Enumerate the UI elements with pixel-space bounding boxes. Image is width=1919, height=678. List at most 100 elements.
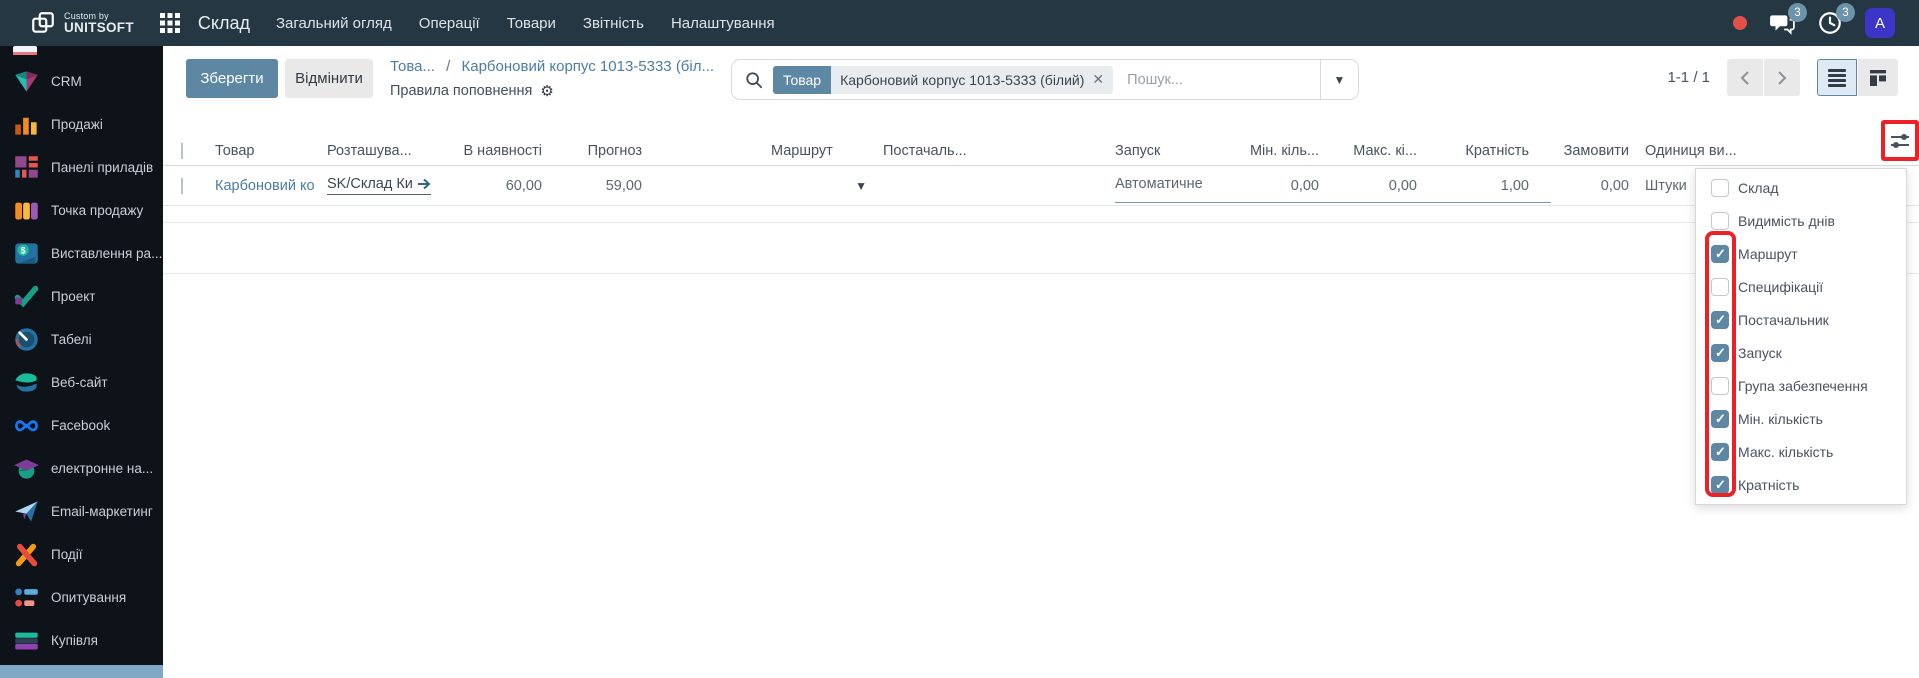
kanban-view-button[interactable]: [1858, 59, 1898, 96]
invoicing-app-icon: $: [15, 243, 38, 264]
sidebar-item-pos[interactable]: Точка продажу: [0, 189, 163, 232]
min-qty-checkbox[interactable]: [1711, 409, 1729, 428]
sidebar-item-timesheets[interactable]: Табелі: [0, 318, 163, 361]
dropdown-item-route[interactable]: Маршрут: [1696, 237, 1906, 270]
procurement-group-checkbox[interactable]: [1711, 376, 1729, 395]
max-qty-checkbox[interactable]: [1711, 442, 1729, 461]
sidebar-item-sales[interactable]: Продажі: [0, 103, 163, 146]
current-app-menu[interactable]: Склад: [198, 13, 250, 34]
row-max-qty-field[interactable]: 0,00: [1327, 178, 1425, 194]
dropdown-item-vendor[interactable]: Постачальник: [1696, 303, 1906, 336]
pager-previous-button[interactable]: [1727, 59, 1763, 96]
search-input[interactable]: Пошук...: [1127, 72, 1320, 88]
pager-next-button[interactable]: [1764, 59, 1800, 96]
column-header-vendor[interactable]: Постачаль...: [875, 143, 1107, 159]
row-min-qty-field[interactable]: 0,00: [1229, 178, 1327, 194]
search-dropdown-toggle[interactable]: ▼: [1320, 60, 1358, 99]
row-trigger-field[interactable]: Автоматичне: [1107, 176, 1229, 196]
row-forecast-value[interactable]: 59,00: [550, 178, 650, 194]
unitsoft-logo-icon: [32, 12, 54, 33]
row-multiple-field[interactable]: 1,00: [1425, 178, 1537, 194]
unitsoft-logo[interactable]: Custom by UNITSOFT: [0, 10, 148, 36]
search-bar[interactable]: Товар Карбоновий корпус 1013-5333 (білий…: [731, 59, 1359, 100]
column-header-route[interactable]: Маршрут: [763, 143, 875, 159]
multiple-checkbox[interactable]: [1711, 475, 1729, 494]
optional-columns-toggle[interactable]: [1886, 127, 1914, 155]
column-header-min-qty[interactable]: Мін. кіль...: [1229, 143, 1327, 159]
dropdown-item-procurement-group[interactable]: Група забезпечення: [1696, 369, 1906, 402]
save-button[interactable]: Зберегти: [186, 59, 278, 98]
sidebar-item-surveys[interactable]: Опитування: [0, 576, 163, 619]
menu-settings[interactable]: Налаштування: [671, 15, 775, 32]
column-sliders-icon: [1891, 134, 1909, 148]
sidebar-item-crm[interactable]: CRM: [0, 60, 163, 103]
menu-products[interactable]: Товари: [507, 15, 556, 32]
discard-button[interactable]: Відмінити: [285, 59, 373, 98]
visibility-days-checkbox[interactable]: [1711, 211, 1729, 230]
facet-remove-icon[interactable]: ✕: [1092, 71, 1104, 88]
sidebar-item-events[interactable]: Події: [0, 533, 163, 576]
column-header-max-qty[interactable]: Макс. кі...: [1327, 143, 1425, 159]
sidebar-item-facebook[interactable]: Facebook: [0, 404, 163, 447]
bom-checkbox[interactable]: [1711, 277, 1729, 296]
dropdown-item-max-qty[interactable]: Макс. кількість: [1696, 435, 1906, 468]
sidebar-item-invoicing[interactable]: $ Виставлення ра...: [0, 232, 163, 275]
timesheets-app-icon: [15, 328, 38, 351]
dropdown-item-warehouse[interactable]: Склад: [1696, 171, 1906, 204]
column-header-product[interactable]: Товар: [207, 143, 319, 159]
column-header-multiple[interactable]: Кратність: [1425, 143, 1537, 159]
route-checkbox[interactable]: [1711, 244, 1729, 263]
menu-overview[interactable]: Загальний огляд: [276, 15, 392, 32]
column-header-uom[interactable]: Одиниця ви...: [1637, 143, 1767, 159]
internal-link-arrow-icon: [417, 178, 431, 190]
sidebar-item-dashboards[interactable]: Панелі приладів: [0, 146, 163, 189]
row-location-field[interactable]: SK/Склад Ки: [327, 176, 431, 195]
menu-operations[interactable]: Операції: [419, 15, 480, 32]
messages-button[interactable]: 3: [1769, 3, 1807, 36]
row-to-order-value[interactable]: 0,00: [1537, 178, 1637, 194]
search-facet: Товар Карбоновий корпус 1013-5333 (білий…: [773, 65, 1114, 94]
activities-button[interactable]: 3: [1817, 3, 1855, 36]
warehouse-checkbox[interactable]: [1711, 178, 1729, 197]
project-app-icon: [14, 285, 39, 308]
select-all-checkbox[interactable]: [181, 142, 183, 159]
list-view-button[interactable]: [1817, 59, 1857, 96]
vendor-checkbox[interactable]: [1711, 310, 1729, 329]
sidebar-item-project[interactable]: Проект: [0, 275, 163, 318]
table-row: Карбоновий ко SK/Склад Ки 60,00 59,00 ▼ …: [163, 166, 1919, 206]
dropdown-item-min-qty[interactable]: Мін. кількість: [1696, 402, 1906, 435]
sidebar-item-website[interactable]: Веб-сайт: [0, 361, 163, 404]
dropdown-item-trigger[interactable]: Запуск: [1696, 336, 1906, 369]
page-subtitle: Правила поповнення: [390, 83, 533, 99]
events-app-icon: [15, 543, 38, 567]
apps-grid-icon[interactable]: [158, 11, 182, 35]
recording-dot: [1733, 16, 1747, 30]
sidebar-active-item-partial[interactable]: [0, 665, 163, 678]
partial-app-icon: [13, 46, 40, 56]
column-header-location[interactable]: Розташува...: [319, 143, 454, 159]
column-header-trigger[interactable]: Запуск: [1107, 143, 1229, 159]
sidebar-item-elearning[interactable]: електронне на...: [0, 447, 163, 490]
action-gear-icon[interactable]: ⚙: [540, 82, 553, 100]
breadcrumb-current-link[interactable]: Карбоновий корпус 1013-5333 (біл...: [462, 58, 715, 75]
row-product-link[interactable]: Карбоновий ко: [215, 178, 315, 194]
user-avatar[interactable]: A: [1865, 8, 1895, 38]
sidebar-item-email-marketing[interactable]: Email-маркетинг: [0, 490, 163, 533]
kanban-view-icon: [1870, 69, 1886, 86]
breadcrumb-parent-link[interactable]: Това...: [390, 58, 435, 75]
trigger-checkbox[interactable]: [1711, 343, 1729, 362]
list-footer-divider: [163, 222, 1919, 223]
search-icon: [746, 71, 763, 88]
column-header-forecast[interactable]: Прогноз: [550, 143, 650, 159]
row-route-dropdown[interactable]: ▼: [763, 179, 875, 193]
sidebar-item-purchase[interactable]: Купівля: [0, 619, 163, 662]
dropdown-item-multiple[interactable]: Кратність: [1696, 468, 1906, 501]
column-header-to-order[interactable]: Замовити: [1537, 143, 1637, 159]
dropdown-item-bom[interactable]: Специфікації: [1696, 270, 1906, 303]
row-on-hand-value[interactable]: 60,00: [454, 178, 550, 194]
row-checkbox[interactable]: [181, 177, 183, 194]
activities-badge: 3: [1836, 3, 1855, 22]
menu-reporting[interactable]: Звітність: [583, 15, 644, 32]
dropdown-item-visibility-days[interactable]: Видимість днів: [1696, 204, 1906, 237]
column-header-on-hand[interactable]: В наявності: [454, 143, 550, 159]
